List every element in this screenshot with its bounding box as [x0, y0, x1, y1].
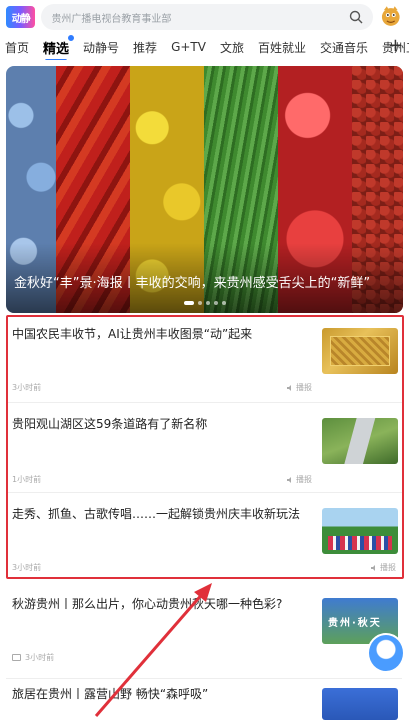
carousel-indicator	[183, 301, 226, 305]
mascot-icon[interactable]	[379, 4, 403, 30]
article-title: 旅居在贵州丨露营山野 畅快“森呼吸”	[12, 687, 209, 701]
tab-dot-indicator	[67, 34, 76, 42]
carousel-dot	[205, 301, 210, 305]
search-icon[interactable]	[349, 10, 363, 24]
banner-carousel[interactable]: 金秋好“丰”景·海报丨丰收的交响，来贵州感受舌尖上的“新鲜”	[6, 66, 403, 313]
tab-traffic-music[interactable]: 交通音乐	[320, 39, 368, 56]
article-time-text: 3小时前	[25, 653, 55, 662]
channel-tabs: 首页 精选 动静号 推荐 G+TV 文旅 百姓就业 交通音乐 贵州工	[0, 34, 409, 60]
carousel-dot	[197, 301, 202, 305]
tab-employment[interactable]: 百姓就业	[258, 39, 306, 56]
carousel-dot-active	[183, 301, 194, 305]
tab-featured[interactable]: 精选	[43, 34, 76, 60]
thumbnail-label: 贵州·秋天	[328, 618, 382, 629]
article-item[interactable]: 秋游贵州丨那么出片，你心动贵州秋天哪一种色彩? 3小时前 贵州·秋天	[10, 596, 402, 676]
search-bar[interactable]: 贵州广播电视台教育事业部	[41, 4, 374, 30]
video-icon	[12, 654, 21, 661]
banner-title: 金秋好“丰”景·海报丨丰收的交响，来贵州感受舌尖上的“新鲜”	[14, 276, 371, 291]
carousel-dot	[213, 301, 218, 305]
tab-dongjinghao[interactable]: 动静号	[83, 39, 119, 56]
add-channel-button[interactable]: +	[388, 36, 403, 56]
highlight-box	[6, 315, 404, 579]
tab-gtv[interactable]: G+TV	[171, 40, 206, 54]
tab-home[interactable]: 首页	[5, 39, 29, 56]
article-title: 秋游贵州丨那么出片，你心动贵州秋天哪一种色彩?	[12, 597, 283, 611]
divider	[6, 678, 402, 679]
app-logo[interactable]: 动静	[6, 6, 36, 28]
tab-featured-label: 精选	[43, 41, 70, 57]
tab-recommend[interactable]: 推荐	[133, 39, 157, 56]
tab-culture-travel[interactable]: 文旅	[220, 39, 244, 56]
article-item[interactable]: 旅居在贵州丨露营山野 畅快“森呼吸”	[10, 686, 402, 720]
carousel-dot	[221, 301, 226, 305]
article-thumbnail	[322, 688, 398, 720]
article-time: 3小时前	[12, 652, 54, 663]
search-placeholder: 贵州广播电视台教育事业部	[51, 13, 172, 25]
floating-promo-badge[interactable]	[367, 633, 405, 673]
top-bar: 动静 贵州广播电视台教育事业部	[0, 0, 409, 34]
